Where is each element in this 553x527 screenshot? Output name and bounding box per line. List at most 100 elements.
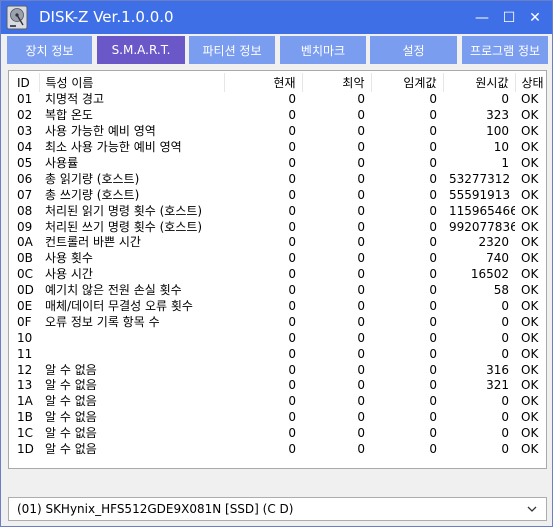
cell-worst: 0 (357, 283, 365, 298)
cell-id: 0F (17, 314, 32, 329)
cell-current: 0 (288, 108, 296, 123)
tab-device-info[interactable]: 장치 정보 (7, 36, 92, 64)
cell-id: 1C (17, 426, 34, 441)
table-row[interactable]: 13 알 수 없음 0 0 0 321 OK (9, 378, 546, 394)
cell-attribute-name (39, 330, 224, 346)
table-row[interactable]: 09 처리된 쓰기 명령 횟수 (호스트) 0 0 0 992077836 OK (9, 219, 546, 235)
cell-status: OK (521, 156, 539, 170)
cell-attribute-name: 사용률 (45, 156, 79, 170)
cell-worst: 0 (357, 314, 365, 329)
cell-status: OK (521, 108, 539, 123)
cell-worst: 0 (357, 203, 365, 218)
cell-raw-value: 316 (486, 362, 509, 377)
table-row[interactable]: 10 0 0 0 0 OK (9, 330, 546, 346)
table-body: 01 치명적 경고 0 0 0 0 OK 02 복합 온도 0 0 0 323 OK 03 사용 가능한 예비… (9, 92, 546, 457)
cell-threshold: 0 (429, 251, 437, 266)
cell-attribute-name: 알 수 없음 (45, 426, 97, 441)
drive-select[interactable]: (01) SKHynix_HFS512GDE9X081N [SSD] (C D) (8, 497, 547, 521)
cell-current: 0 (288, 92, 296, 107)
header-worst[interactable]: 최악 (302, 73, 372, 92)
cell-threshold: 0 (429, 171, 437, 186)
header-attribute-name[interactable]: 특성 이름 (39, 73, 225, 92)
smart-table: ID 특성 이름 현재 최악 임계값 원시값 상태 01 치명적 경고 0 0 0 0 OK 02 복합 온… (9, 73, 546, 457)
cell-worst: 0 (357, 251, 365, 266)
cell-worst: 0 (357, 426, 365, 441)
cell-status: OK (521, 442, 539, 457)
table-row[interactable]: 11 0 0 0 0 OK (9, 346, 546, 362)
cell-attribute-name: 사용 시간 (45, 267, 93, 282)
cell-attribute-name: 총 읽기량 (호스트) (45, 171, 140, 186)
table-row[interactable]: 0F 오류 정보 기록 항목 수 0 0 0 0 OK (9, 314, 546, 330)
table-row[interactable]: 0B 사용 횟수 0 0 0 740 OK (9, 251, 546, 267)
table-row[interactable]: 0E 매체/데이터 무결성 오류 횟수 0 0 0 0 OK (9, 299, 546, 315)
table-row[interactable]: 06 총 읽기량 (호스트) 0 0 0 53277312 OK (9, 171, 546, 187)
cell-status: OK (521, 251, 539, 266)
header-id[interactable]: ID (9, 73, 40, 92)
cell-worst: 0 (357, 187, 365, 202)
cell-id: 0C (17, 267, 34, 282)
cell-status: OK (521, 410, 539, 425)
cell-attribute-name: 알 수 없음 (45, 442, 97, 457)
tab-benchmark[interactable]: 벤치마크 (280, 36, 366, 64)
cell-status: OK (521, 203, 539, 218)
header-threshold[interactable]: 임계값 (371, 73, 444, 92)
header-raw-value[interactable]: 원시값 (443, 73, 516, 92)
tab-program-info[interactable]: 프로그램 정보 (462, 36, 548, 64)
table-row[interactable]: 05 사용률 0 0 0 1 OK (9, 156, 546, 172)
table-row[interactable]: 1D 알 수 없음 0 0 0 0 OK (9, 442, 546, 458)
cell-threshold: 0 (429, 283, 437, 298)
table-row[interactable]: 1C 알 수 없음 0 0 0 0 OK (9, 426, 546, 442)
cell-raw-value: 1159654668 (449, 203, 515, 218)
cell-current: 0 (288, 267, 296, 282)
title-bar[interactable]: DISK-Z Ver.1.0.0.0 — ☐ ✕ (1, 1, 552, 34)
cell-raw-value: 2320 (478, 235, 509, 250)
tab-partition-info[interactable]: 파티션 정보 (189, 36, 275, 64)
cell-id: 1B (17, 410, 33, 425)
cell-status: OK (521, 362, 539, 377)
cell-threshold: 0 (429, 346, 437, 361)
header-status[interactable]: 상태 (515, 73, 546, 92)
table-row[interactable]: 04 최소 사용 가능한 예비 영역 0 0 0 10 OK (9, 140, 546, 156)
cell-id: 1A (17, 394, 33, 409)
tab-smart[interactable]: S.M.A.R.T. (97, 36, 185, 64)
cell-status: OK (521, 346, 539, 361)
table-row[interactable]: 12 알 수 없음 0 0 0 316 OK (9, 362, 546, 378)
cell-worst: 0 (357, 156, 365, 170)
cell-threshold: 0 (429, 219, 437, 234)
table-row[interactable]: 07 총 쓰기량 (호스트) 0 0 0 55591913 OK (9, 187, 546, 203)
cell-id: 0E (17, 299, 33, 314)
cell-current: 0 (288, 187, 296, 202)
table-row[interactable]: 0A 컨트롤러 바쁜 시간 0 0 0 2320 OK (9, 235, 546, 251)
cell-current: 0 (288, 442, 296, 457)
cell-status: OK (521, 219, 539, 234)
table-row[interactable]: 0D 예기치 않은 전원 손실 횟수 0 0 0 58 OK (9, 283, 546, 299)
cell-worst: 0 (357, 346, 365, 361)
cell-threshold: 0 (429, 330, 437, 345)
table-row[interactable]: 1B 알 수 없음 0 0 0 0 OK (9, 410, 546, 426)
table-row[interactable]: 03 사용 가능한 예비 영역 0 0 0 100 OK (9, 124, 546, 140)
cell-worst: 0 (357, 92, 365, 107)
cell-attribute-name: 예기치 않은 전원 손실 횟수 (45, 283, 182, 298)
tab-settings[interactable]: 설정 (370, 36, 457, 64)
cell-status: OK (521, 426, 539, 441)
table-row[interactable]: 08 처리된 읽기 명령 횟수 (호스트) 0 0 0 1159654668 OK (9, 203, 546, 219)
cell-threshold: 0 (429, 140, 437, 155)
cell-status: OK (521, 140, 539, 155)
cell-attribute-name (39, 346, 224, 362)
cell-threshold: 0 (429, 187, 437, 202)
cell-current: 0 (288, 156, 296, 170)
cell-current: 0 (288, 283, 296, 298)
cell-raw-value: 740 (486, 251, 509, 266)
cell-status: OK (521, 187, 539, 202)
cell-worst: 0 (357, 299, 365, 314)
close-button[interactable]: ✕ (518, 1, 552, 34)
cell-worst: 0 (357, 442, 365, 457)
table-row[interactable]: 0C 사용 시간 0 0 0 16502 OK (9, 267, 546, 283)
table-row[interactable]: 02 복합 온도 0 0 0 323 OK (9, 108, 546, 124)
header-current[interactable]: 현재 (224, 73, 303, 92)
table-row[interactable]: 01 치명적 경고 0 0 0 0 OK (9, 92, 546, 108)
cell-raw-value: 53277312 (449, 171, 511, 186)
cell-raw-value: 321 (486, 378, 509, 393)
table-row[interactable]: 1A 알 수 없음 0 0 0 0 OK (9, 394, 546, 410)
cell-raw-value: 58 (493, 283, 509, 298)
